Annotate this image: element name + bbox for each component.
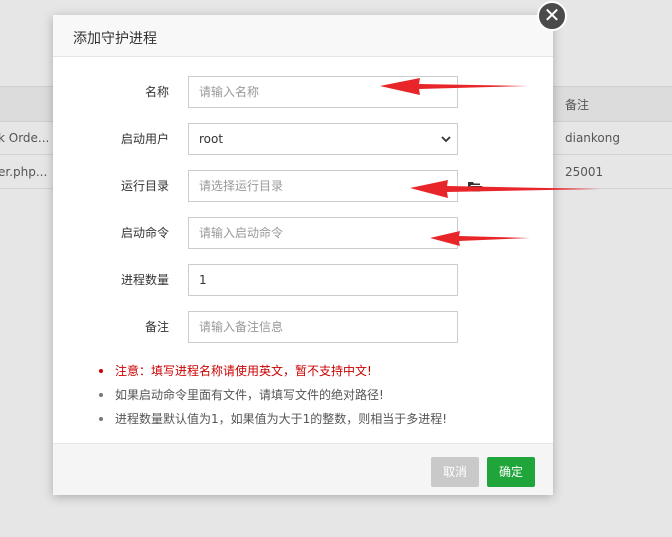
table-cell-name: er.php... bbox=[0, 165, 48, 179]
command-label: 启动命令 bbox=[120, 226, 169, 240]
form-row-count: 进程数量 bbox=[53, 264, 553, 296]
bullet-icon bbox=[99, 417, 103, 421]
close-icon[interactable]: ✕ bbox=[537, 1, 567, 31]
remark-label: 备注 bbox=[144, 320, 169, 334]
tip-item: 注意：填写进程名称请使用英文，暂不支持中文! bbox=[93, 359, 533, 383]
table-cell-remark: 25001 bbox=[565, 165, 604, 179]
table-cell-name: k Orde... bbox=[0, 131, 50, 145]
count-label: 进程数量 bbox=[120, 273, 169, 287]
tip-item: 如果启动命令里面有文件，请填写文件的绝对路径! bbox=[93, 383, 533, 407]
dialog-title: 添加守护进程 bbox=[73, 31, 157, 47]
command-input[interactable] bbox=[188, 217, 458, 249]
tip-text: 进程数量默认值为1，如果值为大于1的整数，则相当于多进程! bbox=[115, 412, 448, 426]
user-label: 启动用户 bbox=[120, 132, 169, 146]
name-label: 名称 bbox=[144, 85, 169, 99]
folder-open-icon[interactable] bbox=[467, 180, 483, 192]
dialog-footer: 取消 确定 bbox=[53, 443, 553, 495]
form-row-name: 名称 bbox=[53, 76, 553, 108]
bullet-icon bbox=[99, 393, 103, 397]
chevron-down-icon bbox=[441, 136, 451, 143]
remark-input[interactable] bbox=[188, 311, 458, 343]
name-input[interactable] bbox=[188, 76, 458, 108]
user-select-value: root bbox=[199, 132, 224, 146]
user-select[interactable]: root bbox=[188, 123, 458, 155]
form-row-command: 启动命令 bbox=[53, 217, 553, 249]
form-row-remark: 备注 bbox=[53, 311, 553, 343]
bullet-icon bbox=[99, 369, 103, 373]
form-row-user: 启动用户 root bbox=[53, 123, 553, 155]
dir-input[interactable] bbox=[188, 170, 458, 202]
dialog-header: 添加守护进程 bbox=[53, 15, 553, 57]
tip-text: 如果启动命令里面有文件，请填写文件的绝对路径! bbox=[115, 388, 384, 402]
dir-label: 运行目录 bbox=[120, 179, 169, 193]
form-row-dir: 运行目录 bbox=[53, 170, 553, 202]
tip-text: 注意：填写进程名称请使用英文，暂不支持中文! bbox=[115, 364, 372, 378]
confirm-button[interactable]: 确定 bbox=[487, 457, 535, 487]
table-cell-remark: diankong bbox=[565, 131, 620, 145]
tips-list: 注意：填写进程名称请使用英文，暂不支持中文! 如果启动命令里面有文件，请填写文件… bbox=[93, 359, 533, 431]
table-header-remark: 备注 bbox=[565, 98, 590, 112]
count-input[interactable] bbox=[188, 264, 458, 296]
add-daemon-dialog: 添加守护进程 名称 启动用户 root 运行目录 启动命令 进程数量 备注 注意… bbox=[53, 15, 553, 495]
tip-item: 进程数量默认值为1，如果值为大于1的整数，则相当于多进程! bbox=[93, 407, 533, 431]
cancel-button[interactable]: 取消 bbox=[431, 457, 479, 487]
